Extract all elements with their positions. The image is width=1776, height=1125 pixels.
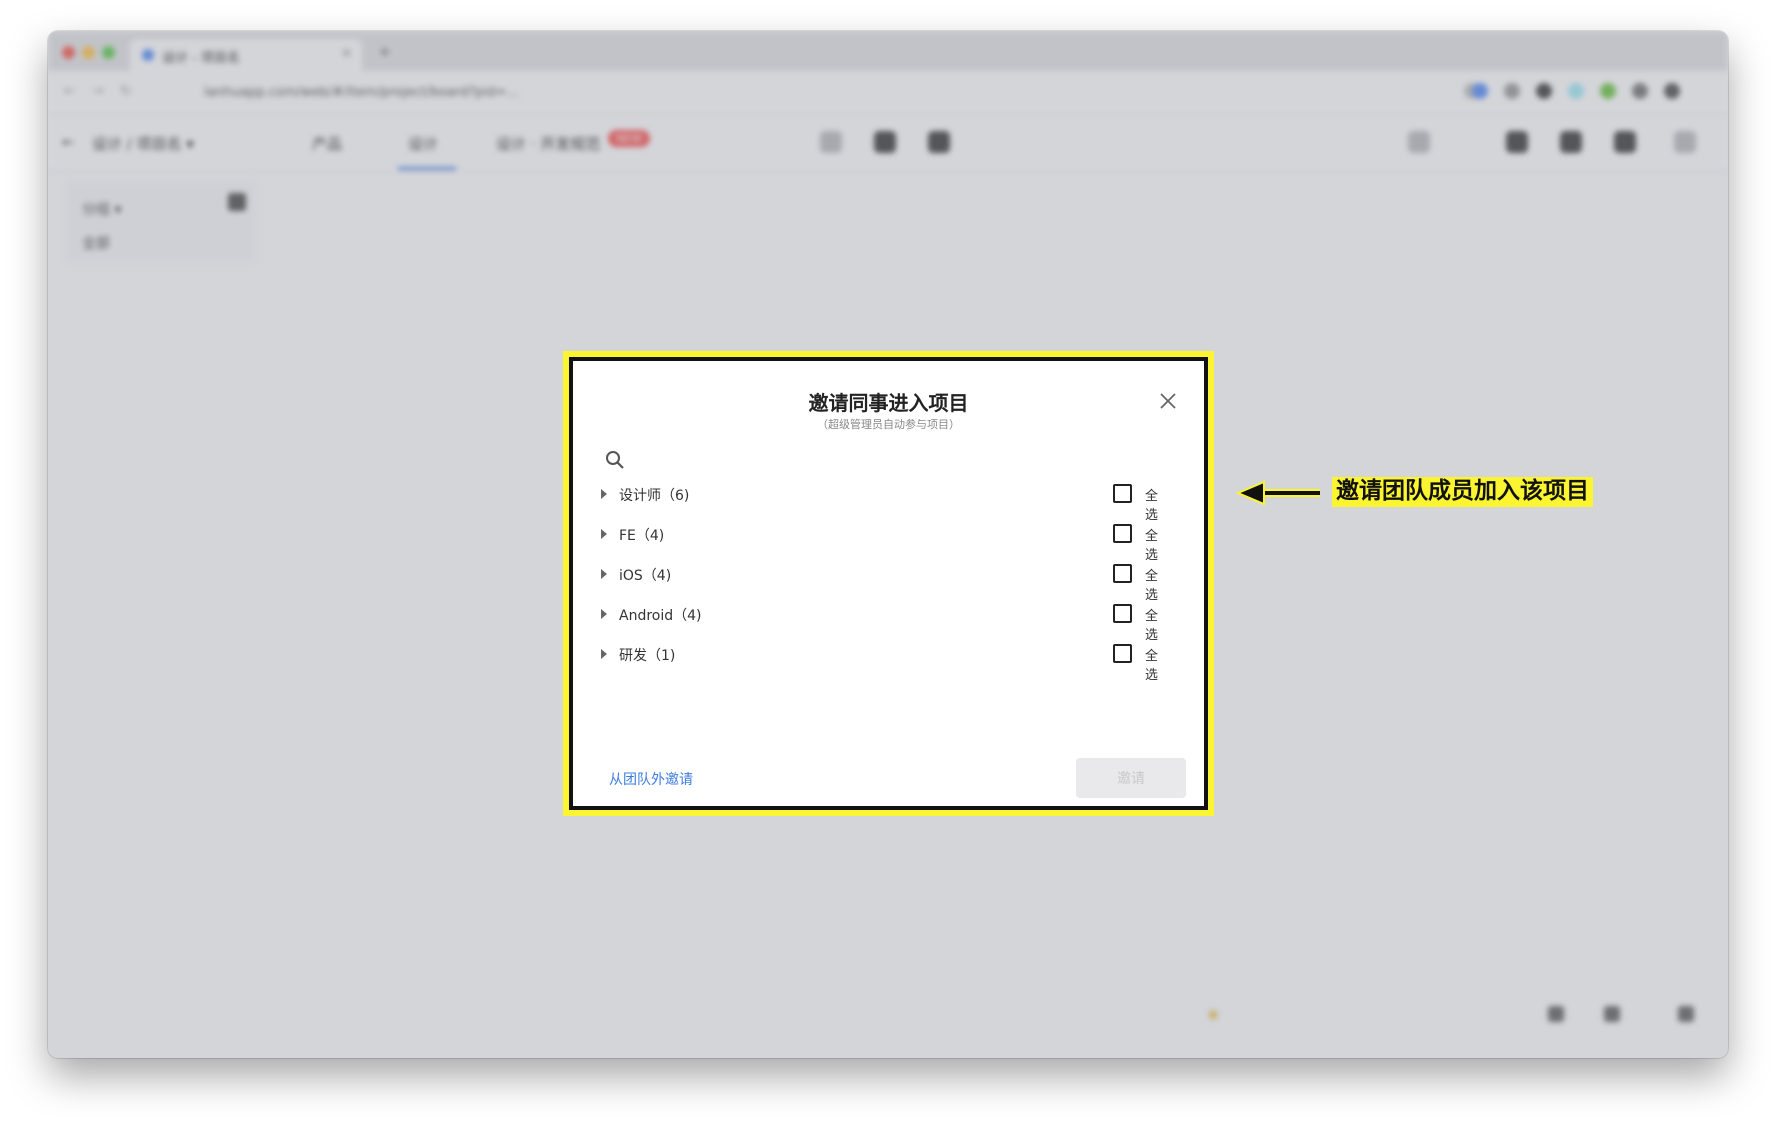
select-all-label: 全选 [1145, 649, 1159, 683]
group-label: 设计师（6) [619, 488, 690, 504]
select-all-label: 全选 [1145, 609, 1159, 643]
group-label: FE（4) [619, 528, 665, 544]
invite-button[interactable]: 邀请 [1076, 758, 1186, 798]
expand-caret-icon[interactable] [601, 649, 607, 659]
dialog-subtitle: （超级管理员自动参与项目） [817, 418, 960, 431]
select-all-checkbox[interactable] [1113, 644, 1132, 663]
search-input[interactable] [633, 447, 1153, 473]
select-all-label: 全选 [1145, 489, 1159, 523]
expand-caret-icon[interactable] [601, 529, 607, 539]
annotation-label: 邀请团队成员加入该项目 [1332, 477, 1593, 507]
group-row-ios[interactable]: iOS（4) 全选 [599, 560, 1169, 603]
search-icon [606, 451, 624, 469]
group-label: Android（4) [619, 608, 702, 624]
select-all-checkbox[interactable] [1113, 484, 1132, 503]
dialog-highlight-frame: 邀请同事进入项目 （超级管理员自动参与项目） 设计师（6) 全选 FE（4) 全… [563, 351, 1214, 816]
group-row-fe[interactable]: FE（4) 全选 [599, 520, 1169, 563]
annotation-arrow-icon [1236, 480, 1320, 506]
expand-caret-icon[interactable] [601, 569, 607, 579]
select-all-label: 全选 [1145, 569, 1159, 603]
select-all-label: 全选 [1145, 529, 1159, 563]
invite-dialog: 邀请同事进入项目 （超级管理员自动参与项目） 设计师（6) 全选 FE（4) 全… [569, 357, 1208, 810]
select-all-checkbox[interactable] [1113, 564, 1132, 583]
select-all-checkbox[interactable] [1113, 524, 1132, 543]
invite-outside-team-link[interactable]: 从团队外邀请 [609, 769, 693, 789]
select-all-checkbox[interactable] [1113, 604, 1132, 623]
group-row-android[interactable]: Android（4) 全选 [599, 600, 1169, 643]
group-label: 研发（1) [619, 648, 676, 664]
close-icon[interactable] [1158, 391, 1178, 411]
dialog-title: 邀请同事进入项目 [808, 391, 969, 415]
expand-caret-icon[interactable] [601, 489, 607, 499]
group-row-designers[interactable]: 设计师（6) 全选 [599, 480, 1169, 523]
expand-caret-icon[interactable] [601, 609, 607, 619]
group-label: iOS（4) [619, 568, 672, 584]
group-row-rd[interactable]: 研发（1) 全选 [599, 640, 1169, 683]
